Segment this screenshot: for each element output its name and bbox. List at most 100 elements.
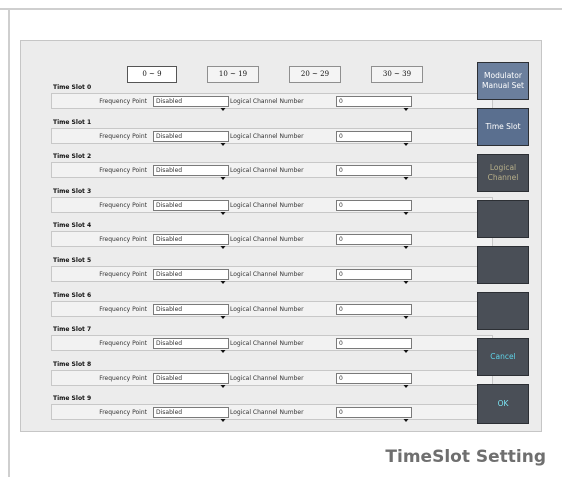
time-slot-row: Frequency Point Disabled Logical Channel N… [51, 266, 493, 284]
time-slot-title: Time Slot 5 [53, 257, 92, 264]
tab-0-9[interactable]: 0 ~ 9 [127, 66, 177, 83]
frequency-point-value: Disabled [156, 374, 183, 382]
chevron-down-icon [219, 375, 227, 388]
logical-label-line2: Channel [487, 173, 519, 182]
modulator-manual-set-button[interactable]: Modulator Manual Set [477, 62, 529, 100]
time-slot-title: Time Slot 3 [53, 187, 92, 195]
figure-caption: TimeSlot Setting [385, 447, 546, 467]
logical-channel-number-value: 0 [339, 236, 343, 244]
frequency-point-label: Frequency Point [99, 98, 147, 105]
logical-channel-number-value: 0 [339, 98, 343, 105]
logical-channel-number-select[interactable]: 0 [336, 407, 412, 423]
frequency-point-select[interactable]: Disabled [153, 96, 229, 111]
frequency-point-select[interactable]: Disabled [153, 165, 229, 181]
tab-30-39[interactable]: 30 ~ 39 [371, 66, 423, 83]
chevron-down-icon [402, 409, 410, 423]
frequency-point-select[interactable]: Disabled [153, 130, 229, 146]
logical-channel-number-select[interactable]: 0 [336, 199, 412, 215]
frequency-point-select[interactable]: Disabled [153, 338, 229, 354]
logical-channel-button[interactable]: Logical Channel [477, 154, 529, 192]
logical-channel-number-label: Logical Channel Number [230, 201, 304, 209]
range-tabs: 0 ~ 9 10 ~ 19 20 ~ 29 30 ~ 39 [127, 66, 447, 84]
logical-channel-number-label: Logical Channel Number [230, 305, 304, 313]
chevron-down-icon [219, 340, 227, 354]
logical-channel-number-value: 0 [339, 305, 343, 313]
time-slot-title: Time Slot 0 [53, 84, 92, 91]
frame-left-border [8, 8, 10, 477]
time-slot-title: Time Slot 9 [53, 395, 92, 403]
modulator-label-line1: Modulator [484, 71, 522, 80]
chevron-down-icon [219, 202, 227, 215]
frequency-point-value: Disabled [156, 201, 183, 209]
logical-channel-number-select[interactable]: 0 [336, 338, 412, 354]
time-slot-row: Frequency Point Disabled Logical Channel N… [51, 93, 493, 111]
time-slot-button[interactable]: Time Slot [477, 108, 529, 146]
logical-channel-number-label: Logical Channel Number [230, 374, 304, 382]
ok-label: OK [497, 399, 509, 408]
chevron-down-icon [402, 236, 410, 250]
logical-channel-number-select[interactable]: 0 [336, 130, 412, 146]
tab-20-29[interactable]: 20 ~ 29 [289, 66, 341, 83]
logical-channel-number-value: 0 [339, 271, 343, 278]
time-slot-title: Time Slot 4 [53, 222, 92, 230]
chevron-down-icon [402, 98, 410, 111]
frequency-point-select[interactable]: Disabled [153, 199, 229, 215]
logical-channel-number-value: 0 [339, 374, 343, 382]
logical-channel-number-value: 0 [339, 132, 343, 140]
logical-channel-number-select[interactable]: 0 [336, 234, 412, 250]
empty-button-2[interactable] [477, 246, 529, 284]
frequency-point-label: Frequency Point [99, 340, 147, 348]
chevron-down-icon [402, 271, 410, 284]
logical-label-line1: Logical [489, 163, 517, 172]
frequency-point-label: Frequency Point [99, 236, 147, 244]
logical-channel-number-select[interactable]: 0 [336, 303, 412, 319]
logical-channel-number-select[interactable]: 0 [336, 96, 412, 111]
frequency-point-value: Disabled [156, 98, 183, 105]
frequency-point-label: Frequency Point [99, 201, 147, 209]
frequency-point-select[interactable]: Disabled [153, 303, 229, 319]
frequency-point-select[interactable]: Disabled [153, 372, 229, 388]
time-slot-row: Frequency Point Disabled Logical Channel N… [51, 300, 493, 319]
time-slot-title: Time Slot 1 [53, 118, 92, 126]
logical-channel-number-select[interactable]: 0 [336, 165, 412, 181]
time-slot-title: Time Slot 8 [53, 360, 92, 368]
cancel-label: Cancel [490, 352, 516, 361]
logical-channel-number-value: 0 [339, 409, 343, 417]
logical-channel-number-label: Logical Channel Number [230, 98, 304, 105]
time-slot-title: Time Slot 7 [53, 326, 92, 334]
frequency-point-value: Disabled [156, 340, 183, 348]
modulator-label-line2: Manual Set [482, 81, 524, 90]
tab-10-19[interactable]: 10 ~ 19 [207, 66, 259, 83]
logical-channel-number-label: Logical Channel Number [230, 132, 304, 140]
frame-top-border [0, 0, 562, 10]
time-slot-title: Time Slot 2 [53, 153, 92, 161]
frequency-point-select[interactable]: Disabled [153, 407, 229, 423]
chevron-down-icon [402, 375, 410, 388]
frequency-point-select[interactable]: Disabled [153, 234, 229, 250]
time-slot-row: Frequency Point Disabled Logical Channel N… [51, 369, 493, 388]
empty-button-3[interactable] [477, 292, 529, 330]
chevron-down-icon [219, 98, 227, 111]
frequency-point-label: Frequency Point [99, 132, 147, 140]
time-slot-title: Time Slot 6 [53, 291, 92, 299]
time-slot-row: Frequency Point Disabled Logical Channel N… [51, 196, 493, 215]
empty-button-1[interactable] [477, 200, 529, 238]
frequency-point-label: Frequency Point [99, 167, 147, 175]
frequency-point-value: Disabled [156, 305, 183, 313]
frequency-point-value: Disabled [156, 409, 183, 417]
cancel-button[interactable]: Cancel [477, 338, 529, 376]
logical-channel-number-label: Logical Channel Number [230, 340, 304, 348]
frequency-point-value: Disabled [156, 132, 183, 140]
ok-button[interactable]: OK [477, 384, 529, 424]
frequency-point-select[interactable]: Disabled [153, 269, 229, 284]
logical-channel-number-label: Logical Channel Number [230, 271, 304, 278]
logical-channel-number-select[interactable]: 0 [336, 269, 412, 284]
time-slot-row: Frequency Point Disabled Logical Channel N… [51, 231, 493, 250]
logical-channel-number-value: 0 [339, 167, 343, 175]
logical-channel-number-select[interactable]: 0 [336, 372, 412, 388]
chevron-down-icon [402, 133, 410, 146]
chevron-down-icon [402, 306, 410, 319]
chevron-down-icon [402, 167, 410, 181]
chevron-down-icon [219, 133, 227, 146]
chevron-down-icon [219, 236, 227, 250]
